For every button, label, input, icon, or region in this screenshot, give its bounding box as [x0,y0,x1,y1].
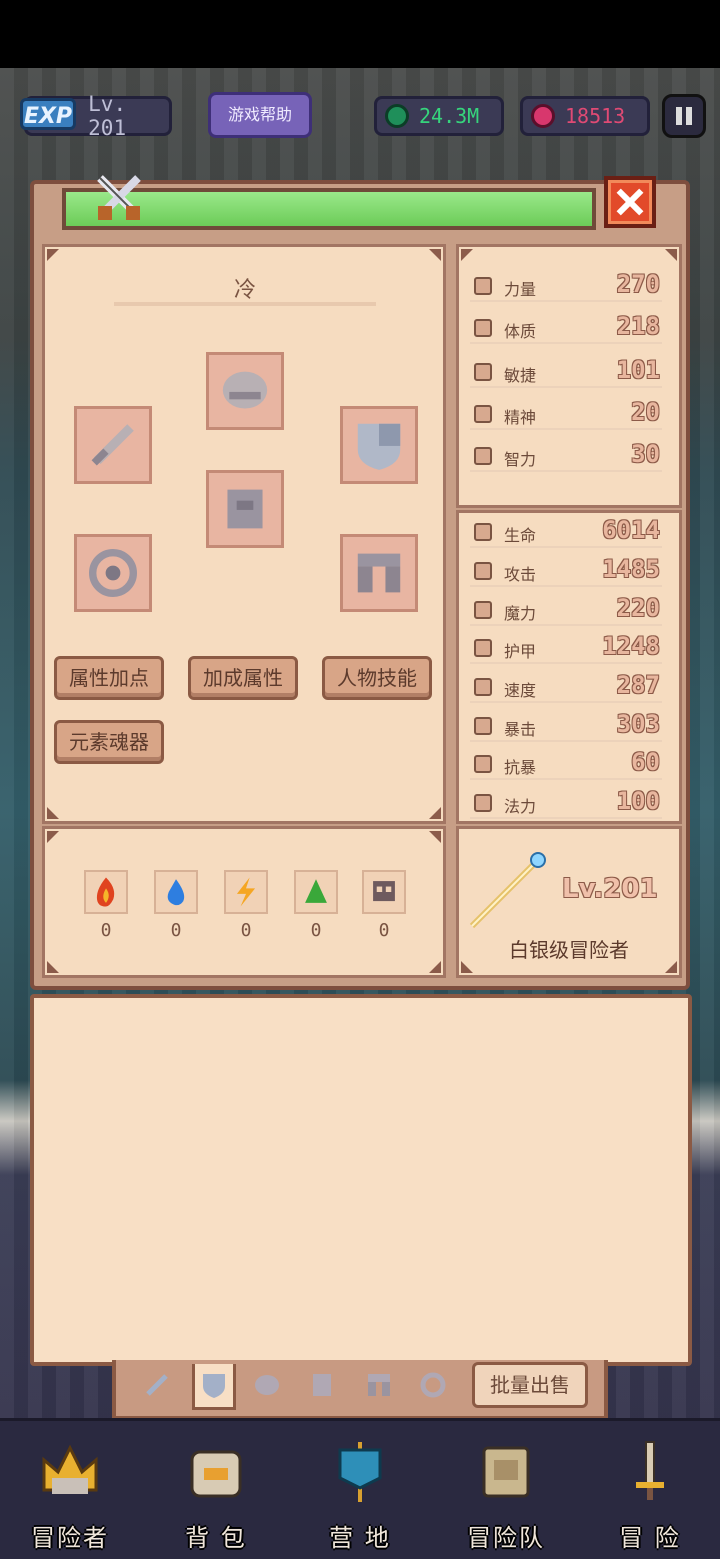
element-earth[interactable]: 0 [294,870,338,941]
backpack-icon [190,1450,242,1498]
stat-spirit: 精神 20 [470,398,662,430]
stat-speed: 速度 287 [470,671,662,703]
element-count: 0 [378,920,390,941]
close-button[interactable] [604,176,656,228]
stat-hp: 生命 6014 [470,516,662,548]
inventory-panel [30,994,692,1366]
bulk-sell-button[interactable]: 批量出售 [472,1362,588,1408]
emerald-amount: 24.3M [419,104,480,128]
stat-strength: 力量 270 [470,270,662,302]
star-icon [474,794,492,812]
sword-icon [636,1441,664,1500]
heart-icon [474,319,492,337]
helmet-icon [222,371,268,409]
stat-agility: 敏捷 101 [470,356,662,388]
character-name: 冷 [233,278,256,303]
name-underline [114,302,376,306]
crit-icon [474,717,492,735]
star-icon [474,405,492,423]
element-count: 0 [310,920,322,941]
helmet-icon [255,1375,279,1395]
armor-icon [313,1374,331,1396]
element-lightning[interactable]: 0 [224,870,268,941]
nav-backpack[interactable]: 背 包 [146,1430,286,1556]
lightning-icon [224,870,268,914]
shield-icon [357,423,401,470]
armor-icon [227,489,263,529]
tab-armor[interactable] [305,1368,339,1402]
boots-icon [357,553,401,593]
tab-shield[interactable] [197,1368,231,1402]
stat-attack: 攻击 1485 [470,555,662,587]
nav-adventurer[interactable]: 冒险者 [0,1430,140,1556]
element-fire[interactable]: 0 [84,870,128,941]
player-level: Lv. 201 [88,92,127,140]
tab-ring[interactable] [416,1368,450,1402]
stat-crit-resist: 抗暴 60 [470,748,662,780]
element-soul-button[interactable]: 元素魂器 [54,720,164,764]
helmet-slot[interactable] [206,352,284,430]
stat-intelligence: 智力 30 [470,440,662,472]
ring-slot[interactable] [74,534,152,612]
nav-adventure[interactable]: 冒 险 [580,1430,720,1556]
sword-icon [146,1374,168,1396]
ring-icon [420,1372,446,1398]
stat-mana: 法力 100 [470,787,662,819]
ruby-counter: 18513 [520,96,650,136]
emerald-icon [385,104,409,128]
exp-badge: EXP [20,98,76,130]
bonus-attributes-button[interactable]: 加成属性 [188,656,298,700]
shield-icon [203,1374,225,1398]
stat-magic: 魔力 220 [470,594,662,626]
weapon-slot[interactable] [74,406,152,484]
attribute-points-button[interactable]: 属性加点 [54,656,164,700]
water-icon [154,870,198,914]
shield-icon [474,639,492,657]
ring-icon [89,549,137,597]
armor-slot[interactable] [206,470,284,548]
tab-helmet[interactable] [250,1368,284,1402]
element-dark[interactable]: 0 [362,870,406,941]
boot-icon [474,363,492,381]
skull-icon [362,870,406,914]
element-water[interactable]: 0 [154,870,198,941]
banner-icon [338,1442,382,1502]
emerald-counter: 24.3M [374,96,504,136]
crit-resist-icon [474,755,492,773]
crown-icon [42,1444,98,1494]
game-help-button[interactable]: 游戏帮助 [208,92,312,138]
element-count: 0 [170,920,182,941]
status-bar [0,0,720,68]
strength-icon [474,277,492,295]
boot-icon [474,678,492,696]
stat-armor: 护甲 1248 [470,632,662,664]
tab-weapon[interactable] [140,1368,174,1402]
element-count: 0 [100,920,112,941]
book-icon [482,1446,530,1498]
stat-crit: 暴击 303 [470,710,662,742]
shield-slot[interactable] [340,406,418,484]
nav-camp[interactable]: 营 地 [290,1430,430,1556]
staff-icon [469,852,546,929]
earth-icon [294,870,338,914]
element-count: 0 [240,920,252,941]
ruby-icon [531,104,555,128]
character-skills-button[interactable]: 人物技能 [322,656,432,700]
sword-icon [91,424,134,466]
tab-boots[interactable] [362,1368,396,1402]
nav-party[interactable]: 冒险队 [436,1430,576,1556]
heart-icon [474,523,492,541]
brain-icon [474,447,492,465]
crossed-swords-icon [92,170,146,224]
ruby-amount: 18513 [565,104,626,128]
sword-icon [474,562,492,580]
wand-icon [474,601,492,619]
stat-constitution: 体质 218 [470,312,662,344]
fire-icon [84,870,128,914]
rank-title: 白银级冒险者 [509,938,629,962]
boots-slot[interactable] [340,534,418,612]
pause-button[interactable] [662,94,706,138]
boots-icon [368,1374,390,1396]
rank-level: Lv.201 [562,874,658,904]
